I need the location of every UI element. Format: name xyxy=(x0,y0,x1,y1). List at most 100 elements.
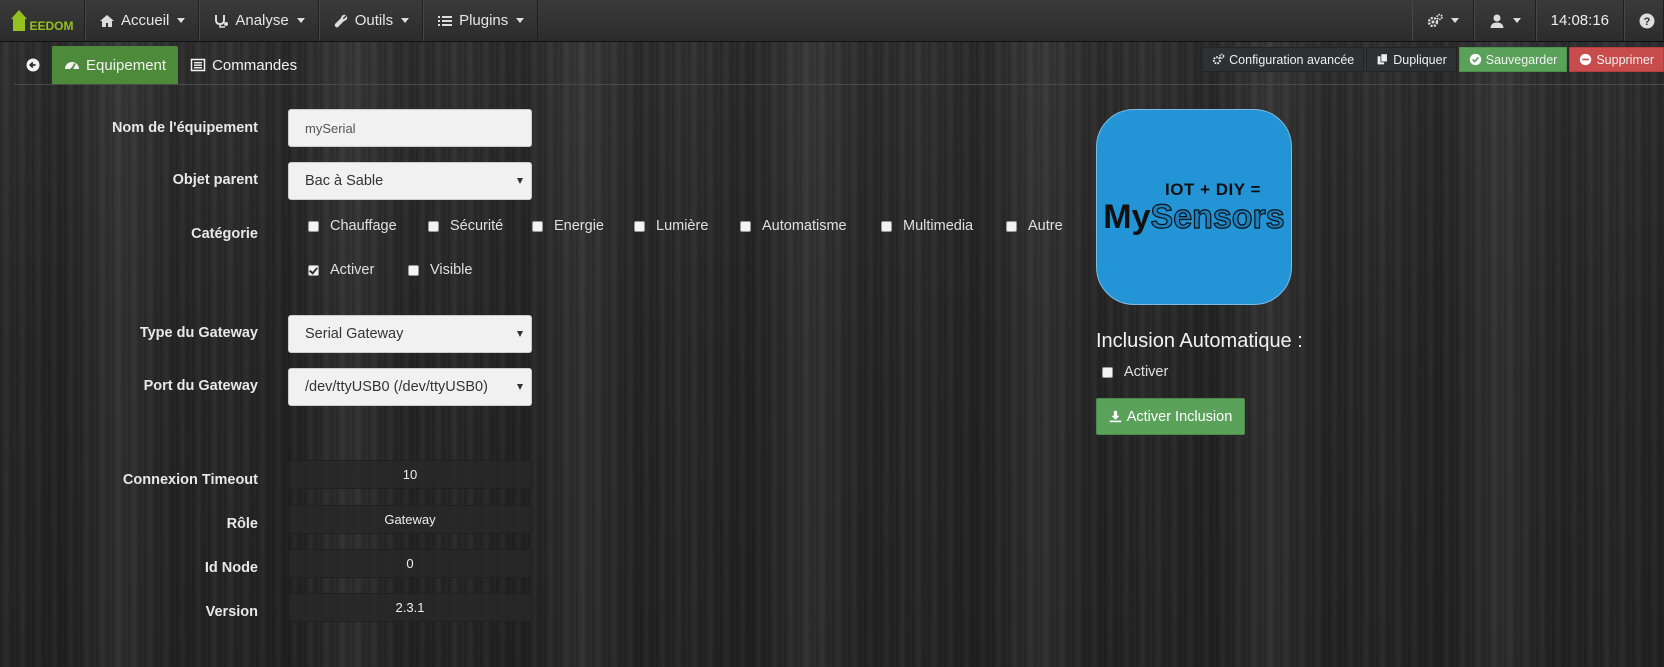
delete-label: Supprimer xyxy=(1596,52,1654,67)
node-id-label: Id Node xyxy=(204,560,258,576)
gateway-type-value: Serial Gateway xyxy=(305,326,404,342)
category-securite-label: Sécurité xyxy=(450,218,504,234)
caret-down-icon xyxy=(1512,18,1521,23)
category-securite[interactable]: Sécurité xyxy=(428,218,503,234)
nav-settings[interactable] xyxy=(1411,0,1474,41)
advanced-config-label: Configuration avancée xyxy=(1229,52,1355,67)
gateway-type-select[interactable]: Serial Gateway xyxy=(288,315,532,353)
caret-down-icon xyxy=(177,18,186,23)
category-multimedia-label: Multimedia xyxy=(903,218,974,234)
visible-checkbox[interactable]: Visible xyxy=(408,262,472,278)
home-icon xyxy=(100,14,114,27)
node-id-field: 0 xyxy=(288,549,532,578)
mysensors-plugin-logo: IOT + DIY = MySensors xyxy=(1096,109,1292,305)
duplicate-button[interactable]: Dupliquer xyxy=(1366,47,1457,72)
nav-accueil[interactable]: Accueil xyxy=(85,0,200,41)
checkbox[interactable] xyxy=(408,264,419,276)
category-lumiere[interactable]: Lumière xyxy=(634,218,708,234)
checkbox[interactable] xyxy=(740,220,751,232)
activate-label: Activer xyxy=(330,262,375,278)
equipment-name-input[interactable]: mySerial xyxy=(288,109,532,147)
timeout-label: Connexion Timeout xyxy=(122,472,258,488)
nav-outils[interactable]: Outils xyxy=(318,0,424,41)
svg-text:?: ? xyxy=(1644,16,1651,28)
name-label: Nom de l'équipement xyxy=(111,120,258,136)
action-buttons: Configuration avancée Dupliquer Sauvegar… xyxy=(1202,46,1664,84)
checkbox[interactable] xyxy=(634,220,645,232)
version-label: Version xyxy=(205,604,258,620)
arrow-circle-left-icon xyxy=(26,58,40,72)
download-icon xyxy=(1109,410,1121,423)
nav-accueil-label: Accueil xyxy=(121,12,170,29)
category-autre[interactable]: Autre xyxy=(1006,218,1063,234)
gateway-port-select[interactable]: /dev/ttyUSB0 (/dev/ttyUSB0) xyxy=(288,368,532,406)
category-chauffage-label: Chauffage xyxy=(330,218,397,234)
category-energie-label: Energie xyxy=(554,218,604,234)
checkbox[interactable] xyxy=(308,220,319,232)
category-chauffage[interactable]: Chauffage xyxy=(308,218,397,234)
activate-inclusion-label: Activer Inclusion xyxy=(1126,408,1233,425)
version-field: 2.3.1 xyxy=(288,593,532,622)
nav-user[interactable] xyxy=(1473,0,1536,41)
logo-wordmark: MySensors xyxy=(1103,198,1285,236)
jeedom-logo[interactable]: EEDOM xyxy=(0,0,85,41)
timeout-field: 10 xyxy=(288,460,532,489)
category-label: Catégorie xyxy=(191,226,258,242)
checkbox[interactable] xyxy=(1006,220,1017,232)
inclusion-activate-checkbox[interactable]: Activer xyxy=(1102,364,1168,380)
nav-analyse[interactable]: Analyse xyxy=(199,0,319,41)
advanced-config-button[interactable]: Configuration avancée xyxy=(1202,47,1365,72)
tab-commandes-label: Commandes xyxy=(212,56,298,74)
tab-commandes[interactable]: Commandes xyxy=(178,46,309,84)
activate-inclusion-button[interactable]: Activer Inclusion xyxy=(1096,398,1245,435)
user-icon xyxy=(1490,14,1504,28)
clock-text: 14:08:16 xyxy=(1550,12,1609,29)
save-label: Sauvegarder xyxy=(1485,52,1558,67)
category-energie[interactable]: Energie xyxy=(532,218,604,234)
minus-circle-icon xyxy=(1580,53,1592,66)
cogs-icon xyxy=(1212,53,1225,65)
category-automatisme-label: Automatisme xyxy=(762,218,847,234)
inclusion-activate-label: Activer xyxy=(1124,364,1169,380)
checkbox[interactable] xyxy=(881,220,892,232)
select-arrow-icon xyxy=(517,384,523,390)
caret-down-icon xyxy=(1450,18,1459,23)
select-arrow-icon xyxy=(517,178,523,184)
back-button[interactable] xyxy=(14,46,52,84)
checkbox[interactable] xyxy=(532,220,543,232)
parent-object-select[interactable]: Bac à Sable xyxy=(288,162,532,200)
checkbox-checked[interactable] xyxy=(308,264,319,276)
tab-equipement[interactable]: Equipement xyxy=(52,46,179,84)
inclusion-title: Inclusion Automatique : xyxy=(1096,330,1303,352)
checkbox[interactable] xyxy=(428,220,439,232)
nav-plugins[interactable]: Plugins xyxy=(423,0,539,41)
save-button[interactable]: Sauvegarder xyxy=(1458,47,1568,72)
parent-label: Objet parent xyxy=(172,172,258,188)
brand-text: EEDOM xyxy=(29,18,74,33)
category-automatisme[interactable]: Automatisme xyxy=(740,218,847,234)
caret-down-icon xyxy=(401,18,410,23)
category-multimedia[interactable]: Multimedia xyxy=(881,218,973,234)
checkbox[interactable] xyxy=(1102,366,1113,378)
dashboard-icon xyxy=(65,62,79,71)
visible-label: Visible xyxy=(430,262,473,278)
role-field: Gateway xyxy=(288,505,532,534)
clock: 14:08:16 xyxy=(1535,0,1624,41)
gateway-port-value: /dev/ttyUSB0 (/dev/ttyUSB0) xyxy=(305,379,488,395)
list-alt-icon xyxy=(190,58,206,72)
gateway-port-label: Port du Gateway xyxy=(143,378,258,394)
tab-bar: Equipement Commandes Configuration avanc… xyxy=(14,46,1664,85)
logo-my: My xyxy=(1103,198,1151,236)
category-autre-label: Autre xyxy=(1028,218,1063,234)
nav-help[interactable]: ? xyxy=(1624,0,1664,41)
delete-button[interactable]: Supprimer xyxy=(1569,47,1664,72)
parent-object-value: Bac à Sable xyxy=(305,173,384,189)
nav-outils-label: Outils xyxy=(354,12,394,29)
caret-down-icon xyxy=(516,18,525,23)
top-navbar: EEDOM Accueil Analyse Outils Plugins 14:… xyxy=(0,0,1664,42)
logo-sensors: Sensors xyxy=(1150,198,1285,236)
wrench-icon xyxy=(334,14,347,27)
copy-icon xyxy=(1377,53,1389,65)
activate-checkbox[interactable]: Activer xyxy=(308,262,374,278)
category-lumiere-label: Lumière xyxy=(656,218,709,234)
